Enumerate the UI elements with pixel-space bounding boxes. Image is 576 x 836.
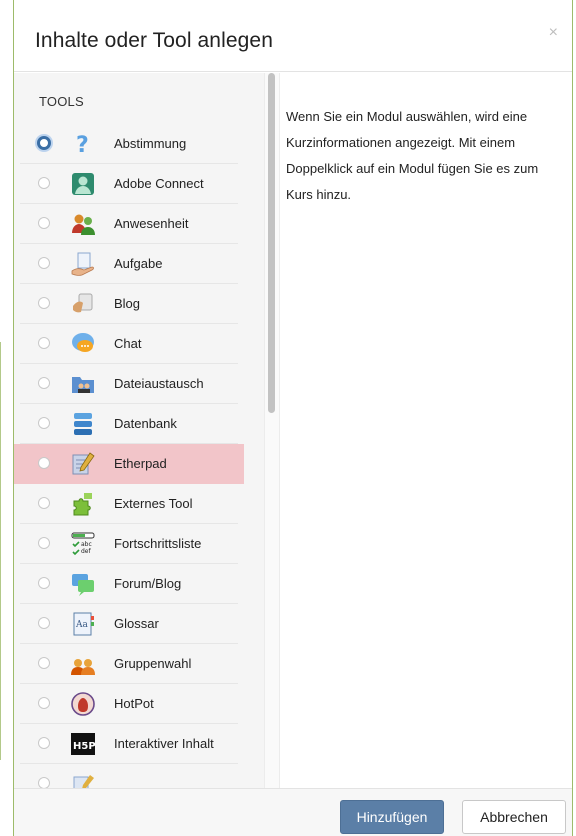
cancel-button[interactable]: Abbrechen <box>462 800 566 834</box>
tool-label: HotPot <box>114 696 154 711</box>
tool-label: Dateiaustausch <box>114 376 204 391</box>
add-activity-dialog: Inhalte oder Tool anlegen × TOOLS ? Absti… <box>13 0 573 836</box>
tool-options-panel: TOOLS ? Abstimmung Adobe Connect Anwesenhei… <box>14 73 264 788</box>
group-icon <box>70 211 96 237</box>
tool-option-adobe-connect[interactable]: Adobe Connect <box>20 164 238 204</box>
svg-text:abc: abc <box>81 541 92 548</box>
backdrop-edge <box>0 342 1 760</box>
h5p-icon: H5P <box>70 731 96 757</box>
dialog-footer: Hinzufügen Abbrechen <box>14 788 572 836</box>
tool-label: Anwesenheit <box>114 216 189 231</box>
tool-option-abstimmung[interactable]: ? Abstimmung <box>20 124 238 164</box>
tool-radio[interactable] <box>38 217 50 229</box>
tool-option-etherpad[interactable]: Etherpad <box>14 444 244 484</box>
svg-text:H5P: H5P <box>73 741 96 752</box>
tool-option-chat[interactable]: Chat <box>20 324 238 364</box>
tool-label: Adobe Connect <box>114 176 204 191</box>
tool-option-blog[interactable]: Blog <box>20 284 238 324</box>
tool-radio[interactable] <box>38 297 50 309</box>
tool-option-glossar[interactable]: Aa Glossar <box>20 604 238 644</box>
tool-label: Gruppenwahl <box>114 656 192 671</box>
tool-option-datenbank[interactable]: Datenbank <box>20 404 238 444</box>
scrollbar-thumb[interactable] <box>268 73 275 413</box>
tool-option-fortschrittsliste[interactable]: abc def Fortschrittsliste <box>20 524 238 564</box>
group-choice-icon <box>70 651 96 677</box>
tool-label: Aufgabe <box>114 256 163 271</box>
checklist-icon: abc def <box>70 531 96 557</box>
tool-label: Glossar <box>114 616 159 631</box>
tool-radio[interactable] <box>38 697 50 709</box>
tool-option-partial[interactable] <box>20 764 238 788</box>
tool-radio[interactable] <box>38 457 50 469</box>
tool-radio[interactable] <box>38 497 50 509</box>
page-pencil-icon <box>70 771 96 788</box>
tool-label: Forum/Blog <box>114 576 182 591</box>
tool-label: Interaktiver Inhalt <box>114 736 214 751</box>
module-description: Wenn Sie ein Modul auswählen, wird eine … <box>286 109 539 202</box>
tool-option-dateiaustausch[interactable]: Dateiaustausch <box>20 364 238 404</box>
puzzle-icon <box>70 491 96 517</box>
tool-option-forum-blog[interactable]: Forum/Blog <box>20 564 238 604</box>
database-icon <box>70 411 96 437</box>
tool-label: Chat <box>114 336 142 351</box>
tool-radio[interactable] <box>38 577 50 589</box>
tool-label: Etherpad <box>114 456 167 471</box>
tool-option-gruppenwahl[interactable]: Gruppenwahl <box>20 644 238 684</box>
dialog-header: Inhalte oder Tool anlegen × <box>14 0 572 72</box>
svg-text:def: def <box>81 548 92 555</box>
tool-label: Datenbank <box>114 416 177 431</box>
svg-text:?: ? <box>76 133 89 157</box>
tool-radio[interactable] <box>38 377 50 389</box>
options-scrollbar[interactable] <box>264 73 280 788</box>
tool-radio[interactable] <box>38 737 50 749</box>
blog-icon <box>70 291 96 317</box>
hotpot-icon <box>70 691 96 717</box>
forum-icon <box>70 571 96 597</box>
tools-heading: TOOLS <box>39 94 84 109</box>
glossary-book-icon: Aa <box>70 611 96 637</box>
tool-option-interaktiver-inhalt[interactable]: H5P Interaktiver Inhalt <box>20 724 238 764</box>
tool-label: Abstimmung <box>114 136 187 151</box>
tool-radio[interactable] <box>38 177 50 189</box>
tool-list: ? Abstimmung Adobe Connect Anwesenheit Aufga… <box>14 124 246 788</box>
tool-option-aufgabe[interactable]: Aufgabe <box>20 244 238 284</box>
assignment-hand-icon <box>70 251 96 277</box>
tool-radio[interactable] <box>38 617 50 629</box>
pad-pencil-icon <box>70 451 96 477</box>
tool-radio[interactable] <box>38 537 50 549</box>
tool-radio[interactable] <box>38 777 50 788</box>
chat-bubble-icon <box>70 331 96 357</box>
tool-label: Externes Tool <box>114 496 193 511</box>
tool-option-anwesenheit[interactable]: Anwesenheit <box>20 204 238 244</box>
question-icon: ? <box>70 131 96 158</box>
folder-people-icon <box>70 371 96 397</box>
tool-option-hotpot[interactable]: HotPot <box>20 684 238 724</box>
tool-radio[interactable] <box>38 257 50 269</box>
dialog-title: Inhalte oder Tool anlegen <box>35 29 273 52</box>
tool-label: Blog <box>114 296 141 311</box>
tool-label: Fortschrittsliste <box>114 536 202 551</box>
tool-radio[interactable] <box>38 337 50 349</box>
svg-text:Aa: Aa <box>75 620 88 630</box>
person-icon <box>70 171 96 197</box>
add-button[interactable]: Hinzufügen <box>340 800 444 834</box>
tool-radio[interactable] <box>38 417 50 429</box>
tool-radio[interactable] <box>38 657 50 669</box>
tool-option-externes-tool[interactable]: Externes Tool <box>20 484 238 524</box>
tool-radio[interactable] <box>37 136 51 150</box>
close-icon[interactable]: × <box>549 24 558 42</box>
